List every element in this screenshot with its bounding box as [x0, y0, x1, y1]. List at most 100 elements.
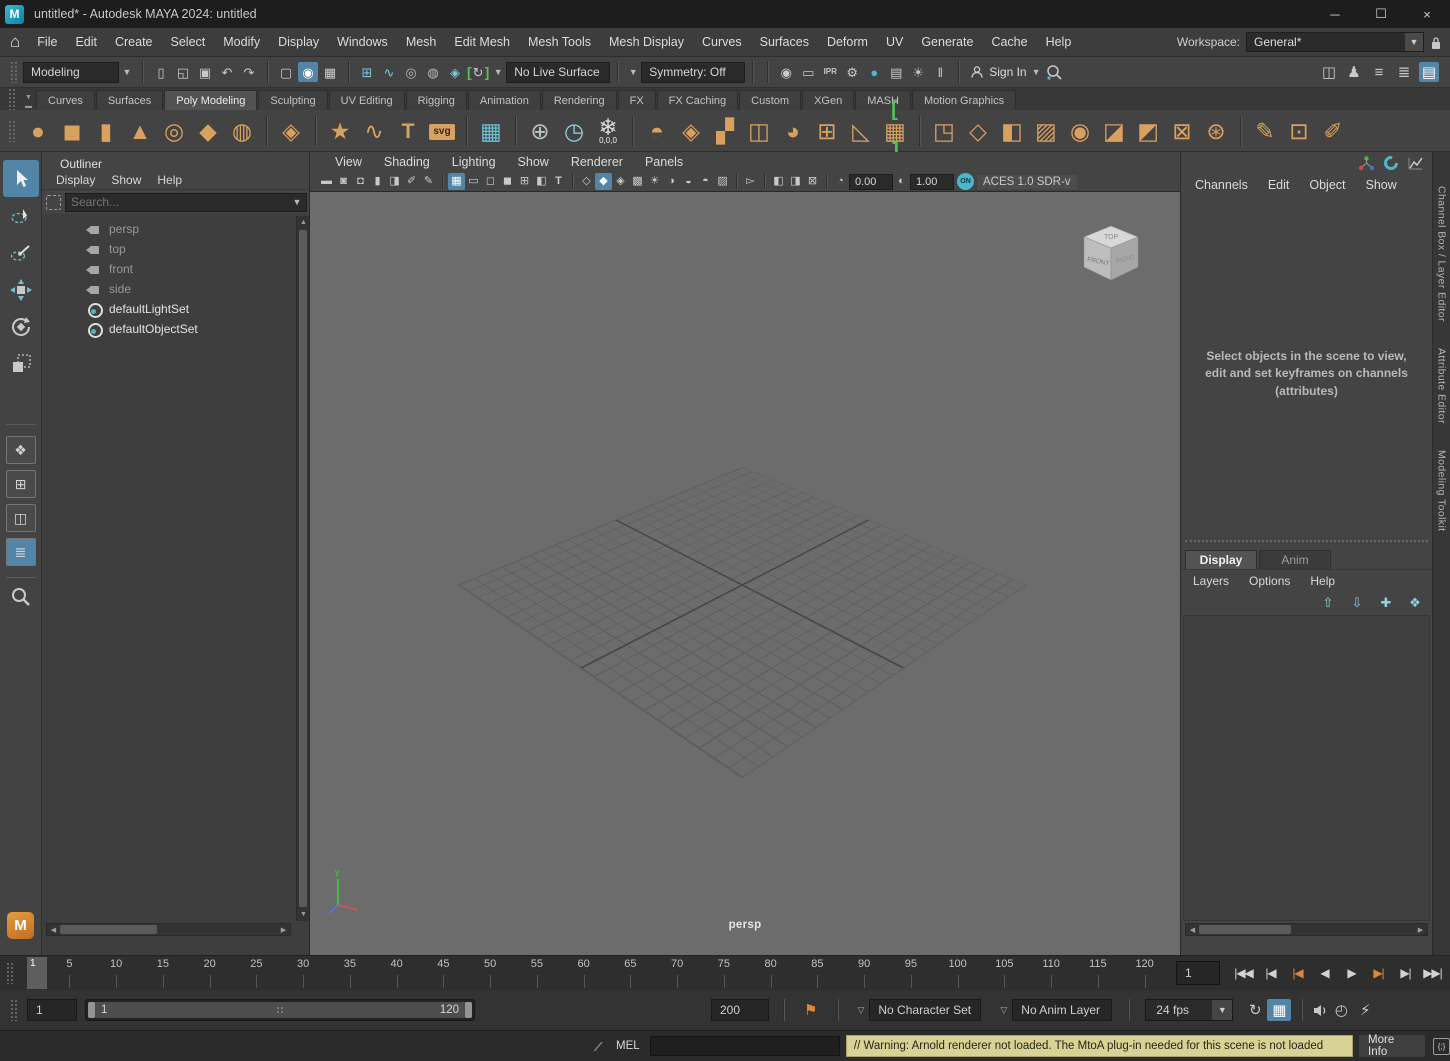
outliner-item[interactable]: front: [42, 259, 296, 279]
snap-to-curves-icon[interactable]: ∿: [379, 62, 399, 82]
loop-playback-icon[interactable]: ↻: [1243, 999, 1267, 1021]
motion-blur-icon[interactable]: ◓: [697, 173, 714, 190]
workspace-selector[interactable]: General* ▼: [1246, 32, 1424, 52]
chevron-down-icon[interactable]: ▼: [289, 192, 305, 213]
shelf-tab[interactable]: Poly Modeling: [164, 90, 257, 110]
close-button[interactable]: ×: [1404, 0, 1450, 28]
boolean-icon[interactable]: ◓: [640, 113, 674, 149]
textured-icon[interactable]: ▩: [629, 173, 646, 190]
viewport-menu-item[interactable]: View: [324, 155, 373, 169]
camera-attributes-icon[interactable]: ◘: [352, 173, 369, 190]
shelf-tab[interactable]: FX Caching: [657, 90, 738, 110]
menubar-item[interactable]: Modify: [214, 28, 269, 56]
smooth-shade-icon[interactable]: ◆: [595, 173, 612, 190]
construction-history-icon[interactable]: ↻: [467, 62, 489, 82]
menu-set-selector[interactable]: Modeling: [23, 62, 119, 83]
step-back-key-button[interactable]: |◀: [1284, 960, 1311, 986]
playback-start-field[interactable]: 1: [27, 999, 77, 1021]
select-component-icon[interactable]: ▦: [320, 62, 340, 82]
playback-speed-icon[interactable]: ◴: [1329, 999, 1353, 1021]
select-object-icon[interactable]: ◉: [298, 62, 318, 82]
menubar-item[interactable]: Edit: [66, 28, 106, 56]
undo-icon[interactable]: ↶: [217, 62, 237, 82]
open-scene-icon[interactable]: ◱: [173, 62, 193, 82]
scroll-down-arrow[interactable]: ▼: [297, 908, 310, 921]
layer-editor-menu-item[interactable]: Layers: [1183, 574, 1239, 588]
separate-icon[interactable]: ▞: [708, 113, 742, 149]
character-set-field[interactable]: No Character Set: [869, 999, 981, 1021]
sphere-project-icon[interactable]: ⊛: [1199, 113, 1233, 149]
poly-text-icon[interactable]: T: [391, 113, 425, 149]
gate-mask-icon[interactable]: ◼: [499, 173, 516, 190]
fps-selector[interactable]: 24 fps ▼: [1145, 999, 1233, 1021]
shelf-tab[interactable]: Motion Graphics: [912, 90, 1016, 110]
2d-pan-zoom-icon[interactable]: ✐: [403, 173, 420, 190]
outliner-item[interactable]: side: [42, 279, 296, 299]
isolate-select-icon[interactable]: ▻: [742, 173, 759, 190]
field-chart-icon[interactable]: ⊞: [516, 173, 533, 190]
bevel-icon[interactable]: ◇: [961, 113, 995, 149]
range-slider[interactable]: 1 120: [85, 999, 475, 1021]
exposure-field[interactable]: 0.00: [849, 174, 893, 190]
chevron-down-icon[interactable]: ▼: [1212, 1000, 1232, 1020]
outliner-item[interactable]: defaultObjectSet: [42, 319, 296, 339]
redo-icon[interactable]: ↷: [239, 62, 259, 82]
outliner-item[interactable]: persp: [42, 219, 296, 239]
chevron-down-icon[interactable]: ▼: [1405, 33, 1423, 51]
menubar-item[interactable]: Create: [106, 28, 162, 56]
snap-to-points-icon[interactable]: ◎: [401, 62, 421, 82]
grease-pencil-icon[interactable]: ✎: [420, 173, 437, 190]
new-scene-icon[interactable]: ▯: [151, 62, 171, 82]
four-pane-layout-button[interactable]: ⊞: [6, 470, 36, 498]
resize-grip-icon[interactable]: ∕∕: [596, 1039, 599, 1054]
view-transform-selector[interactable]: ACES 1.0 SDR-v: [977, 175, 1077, 189]
step-forward-frame-button[interactable]: ▶|: [1392, 960, 1419, 986]
sidebar-tab[interactable]: Attribute Editor: [1436, 348, 1448, 424]
layer-create-from-selected-icon[interactable]: ❖: [1405, 592, 1425, 612]
menubar-item[interactable]: File: [28, 28, 66, 56]
current-time-marker[interactable]: 1: [27, 957, 47, 989]
layer-horizontal-scrollbar[interactable]: ◀ ▶: [1185, 923, 1428, 936]
xray-joints-icon[interactable]: ◨: [787, 173, 804, 190]
combine-icon[interactable]: ◈: [674, 113, 708, 149]
shelf-tab[interactable]: Custom: [739, 90, 801, 110]
menubar-item[interactable]: UV: [877, 28, 912, 56]
poly-sphere-icon[interactable]: ●: [21, 113, 55, 149]
menubar-item[interactable]: Mesh Display: [600, 28, 693, 56]
rotate-tool[interactable]: [3, 308, 39, 345]
make-live-icon[interactable]: ⊕: [523, 113, 557, 149]
render-current-frame-icon[interactable]: ▭: [798, 62, 818, 82]
svg-tool-icon[interactable]: svg: [425, 113, 459, 149]
snap-to-projected-center-icon[interactable]: ◍: [423, 62, 443, 82]
maximize-button[interactable]: ☐: [1358, 0, 1404, 28]
gizmo-axis-icon[interactable]: [1358, 156, 1375, 171]
home-icon[interactable]: ⌂: [10, 32, 20, 52]
layer-editor-menu-item[interactable]: Help: [1300, 574, 1345, 588]
shelf-tab[interactable]: Rendering: [542, 90, 617, 110]
step-forward-key-button[interactable]: ▶|: [1365, 960, 1392, 986]
viewport-menu-item[interactable]: Renderer: [560, 155, 634, 169]
menubar-item[interactable]: Deform: [818, 28, 877, 56]
outliner-vertical-scrollbar[interactable]: ▲ ▼: [296, 216, 309, 921]
minimize-button[interactable]: ─: [1312, 0, 1358, 28]
sidebar-tab[interactable]: Channel Box / Layer Editor: [1436, 186, 1448, 322]
move-tool[interactable]: [3, 271, 39, 308]
shelf-tab[interactable]: XGen: [802, 90, 854, 110]
shelf-tab[interactable]: Rigging: [406, 90, 467, 110]
chevron-down-icon[interactable]: ▼: [625, 62, 641, 83]
xray-icon[interactable]: ◧: [770, 173, 787, 190]
contrast-field[interactable]: 1.00: [910, 174, 954, 190]
circularize-icon[interactable]: ◉: [1063, 113, 1097, 149]
view-cube[interactable]: TOP FRONT RIGHT: [1074, 218, 1148, 292]
safe-title-icon[interactable]: T: [550, 173, 567, 190]
render-setup-icon[interactable]: ▤: [886, 62, 906, 82]
select-hierarchy-icon[interactable]: ▢: [276, 62, 296, 82]
poly-torus-icon[interactable]: ◎: [157, 113, 191, 149]
layer-move-down-icon[interactable]: ⇩: [1347, 592, 1367, 612]
poly-plane-icon[interactable]: ◆: [191, 113, 225, 149]
modeling-toolkit-icon[interactable]: ▦: [474, 113, 508, 149]
grid-toggle-icon[interactable]: ▦: [448, 173, 465, 190]
super-shape-icon[interactable]: ★: [323, 113, 357, 149]
duplicate-face-icon[interactable]: ◪: [1097, 113, 1131, 149]
tool-settings-toggle-icon[interactable]: ≣: [1394, 62, 1414, 82]
